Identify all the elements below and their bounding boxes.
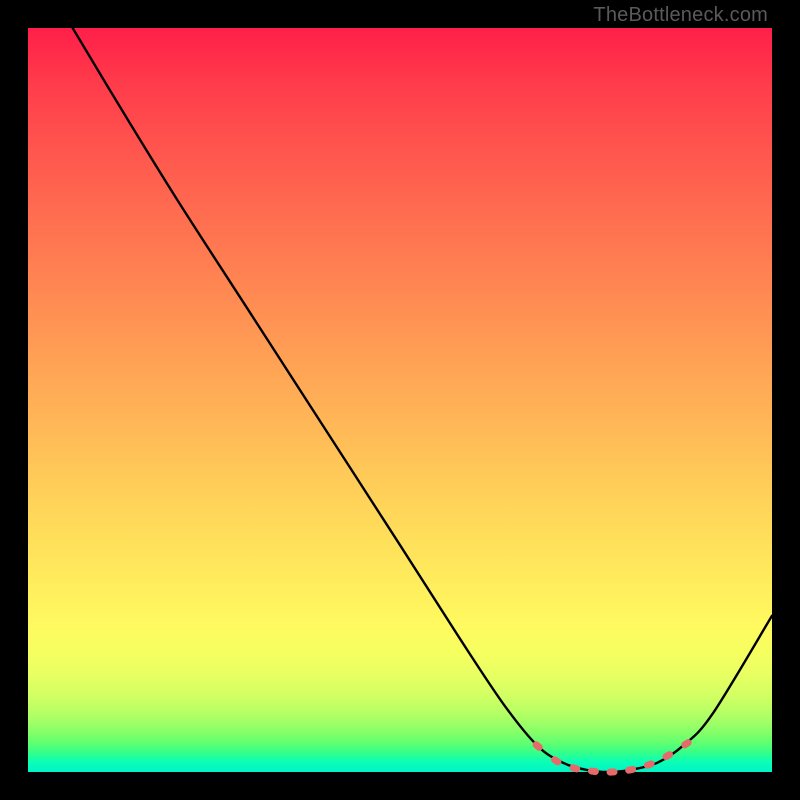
chart-svg xyxy=(28,28,772,772)
optimal-marker xyxy=(643,759,656,769)
optimal-range-markers xyxy=(531,738,693,776)
optimal-marker xyxy=(606,768,617,775)
chart-frame xyxy=(28,28,772,772)
optimal-marker xyxy=(625,765,637,774)
bottleneck-curve xyxy=(73,28,772,772)
optimal-marker xyxy=(588,767,600,775)
watermark-text: TheBottleneck.com xyxy=(593,4,768,27)
